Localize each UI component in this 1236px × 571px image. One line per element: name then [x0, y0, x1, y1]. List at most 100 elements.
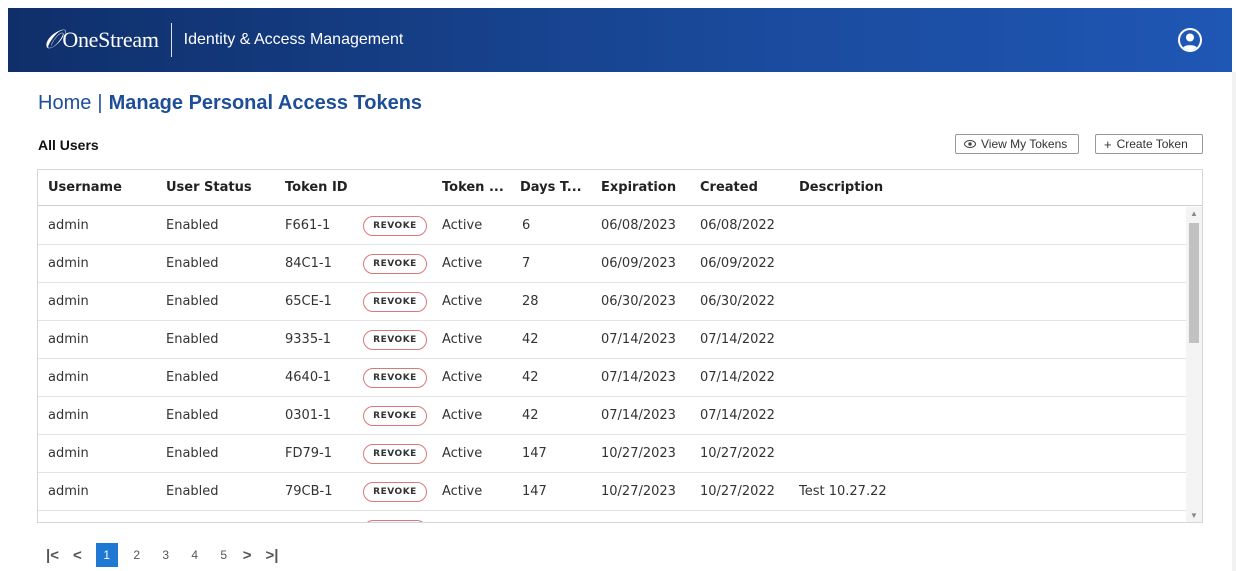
- table-row[interactable]: admin Enabled F661-1 REVOKE Active 6 06/…: [38, 207, 1186, 245]
- top-strip: [0, 0, 1236, 8]
- table-row[interactable]: admin Enabled 65CE-1 REVOKE Active 28 06…: [38, 283, 1186, 321]
- cell-days-to-expire: 147: [522, 484, 547, 499]
- cell-user-status: Enabled: [166, 332, 219, 347]
- cell-username: admin: [48, 484, 89, 499]
- table-row[interactable]: admin Enabled 79CB-1 REVOKE Active 147 1…: [38, 473, 1186, 511]
- table-body: admin Enabled F661-1 REVOKE Active 6 06/…: [38, 207, 1186, 522]
- page-number-button[interactable]: 1: [95, 543, 118, 567]
- table-row[interactable]: admin Enabled 84C1-1 REVOKE Active 7 06/…: [38, 245, 1186, 283]
- table-row[interactable]: admin Enabled 9335-1 REVOKE Active 42 07…: [38, 321, 1186, 359]
- cell-token-status: Active: [442, 256, 483, 271]
- cell-token-id: 84C1-1: [285, 256, 332, 271]
- cell-token-status: Active: [442, 218, 483, 233]
- previous-page-icon[interactable]: <: [73, 547, 82, 564]
- breadcrumb: Home | Manage Personal Access Tokens: [38, 92, 422, 115]
- revoke-button[interactable]: REVOKE: [363, 216, 427, 236]
- cell-user-status: Enabled: [166, 408, 219, 423]
- breadcrumb-separator: |: [97, 92, 103, 114]
- column-header-created[interactable]: Created: [700, 170, 790, 206]
- app-title: Identity & Access Management: [183, 31, 404, 48]
- cell-token-id: 79CB-1: [285, 484, 333, 499]
- cell-username: admin: [48, 294, 89, 309]
- cell-expiration: 07/14/2023: [601, 408, 676, 423]
- page-title: Manage Personal Access Tokens: [108, 92, 423, 114]
- cell-expiration: 06/08/2023: [601, 218, 676, 233]
- column-header-expiration[interactable]: Expiration: [601, 170, 693, 206]
- column-header-token-status[interactable]: Token ...: [442, 170, 512, 206]
- cell-username: admin: [48, 370, 89, 385]
- cell-token-id: FD79-1: [285, 446, 332, 461]
- table-row[interactable]: REVOKE: [38, 511, 1186, 522]
- cell-token-id: 9335-1: [285, 332, 332, 347]
- cell-days-to-expire: 42: [522, 332, 539, 347]
- eye-icon: [964, 140, 976, 148]
- cell-token-id: 0301-1: [285, 408, 332, 423]
- cell-days-to-expire: 7: [522, 256, 531, 271]
- first-page-icon[interactable]: |<: [46, 547, 59, 564]
- cell-token-status: Active: [442, 408, 483, 423]
- cell-created: 06/30/2022: [700, 294, 775, 309]
- cell-created: 07/14/2022: [700, 370, 775, 385]
- cell-token-status: Active: [442, 332, 483, 347]
- revoke-button[interactable]: REVOKE: [363, 444, 427, 464]
- revoke-button[interactable]: REVOKE: [363, 368, 427, 388]
- section-label: All Users: [38, 137, 99, 153]
- cell-user-status: Enabled: [166, 370, 219, 385]
- page-number-button[interactable]: 4: [185, 548, 205, 562]
- pagination: |< < 1 2 3 4 5 > >|: [46, 543, 292, 567]
- logo-text: OneStream: [62, 27, 159, 52]
- column-header-user-status[interactable]: User Status: [166, 170, 276, 206]
- tokens-table: Username User Status Token ID Token ... …: [37, 169, 1203, 523]
- column-header-username[interactable]: Username: [48, 170, 158, 206]
- cell-expiration: 06/09/2023: [601, 256, 676, 271]
- scroll-down-arrow-icon[interactable]: ▼: [1186, 509, 1202, 522]
- cell-days-to-expire: 6: [522, 218, 531, 233]
- logo-mark-icon: 𝒪: [44, 25, 61, 54]
- table-row[interactable]: admin Enabled 0301-1 REVOKE Active 42 07…: [38, 397, 1186, 435]
- next-page-icon[interactable]: >: [243, 547, 252, 564]
- table-row[interactable]: admin Enabled 4640-1 REVOKE Active 42 07…: [38, 359, 1186, 397]
- right-rail: [1232, 72, 1236, 571]
- revoke-button[interactable]: REVOKE: [363, 520, 427, 522]
- breadcrumb-home[interactable]: Home: [38, 92, 91, 114]
- cell-username: admin: [48, 218, 89, 233]
- cell-expiration: 06/30/2023: [601, 294, 676, 309]
- table-scrollbar[interactable]: ▲ ▼: [1186, 207, 1202, 522]
- cell-expiration: 10/27/2023: [601, 446, 676, 461]
- revoke-button[interactable]: REVOKE: [363, 254, 427, 274]
- column-header-days-to-expire[interactable]: Days T...: [520, 170, 590, 206]
- revoke-button[interactable]: REVOKE: [363, 330, 427, 350]
- plus-icon: +: [1104, 136, 1112, 152]
- create-token-label: Create Token: [1116, 137, 1188, 151]
- scroll-up-arrow-icon[interactable]: ▲: [1186, 207, 1202, 221]
- table-header: Username User Status Token ID Token ... …: [38, 170, 1202, 206]
- column-header-description[interactable]: Description: [799, 170, 919, 206]
- cell-created: 10/27/2022: [700, 446, 775, 461]
- last-page-icon[interactable]: >|: [266, 547, 279, 564]
- cell-user-status: Enabled: [166, 446, 219, 461]
- revoke-button[interactable]: REVOKE: [363, 406, 427, 426]
- revoke-button[interactable]: REVOKE: [363, 482, 427, 502]
- onestream-logo[interactable]: 𝒪 OneStream: [44, 27, 159, 53]
- cell-created: 07/14/2022: [700, 332, 775, 347]
- page-number-button[interactable]: 2: [127, 548, 147, 562]
- cell-days-to-expire: 42: [522, 370, 539, 385]
- table-row[interactable]: admin Enabled FD79-1 REVOKE Active 147 1…: [38, 435, 1186, 473]
- cell-days-to-expire: 147: [522, 446, 547, 461]
- user-circle-icon[interactable]: [1178, 28, 1202, 52]
- create-token-button[interactable]: + Create Token: [1095, 134, 1203, 154]
- cell-created: 06/09/2022: [700, 256, 775, 271]
- cell-expiration: 07/14/2023: [601, 370, 676, 385]
- cell-user-status: Enabled: [166, 484, 219, 499]
- scrollbar-thumb[interactable]: [1189, 223, 1199, 343]
- column-header-token-id[interactable]: Token ID: [285, 170, 375, 206]
- page-number-button[interactable]: 5: [214, 548, 234, 562]
- view-my-tokens-button[interactable]: View My Tokens: [955, 134, 1079, 154]
- revoke-button[interactable]: REVOKE: [363, 292, 427, 312]
- cell-token-id: 65CE-1: [285, 294, 332, 309]
- cell-description: Test 10.27.22: [799, 484, 887, 499]
- cell-token-status: Active: [442, 294, 483, 309]
- page-number-button[interactable]: 3: [156, 548, 176, 562]
- cell-created: 10/27/2022: [700, 484, 775, 499]
- page: 𝒪 OneStream Identity & Access Management…: [0, 0, 1236, 571]
